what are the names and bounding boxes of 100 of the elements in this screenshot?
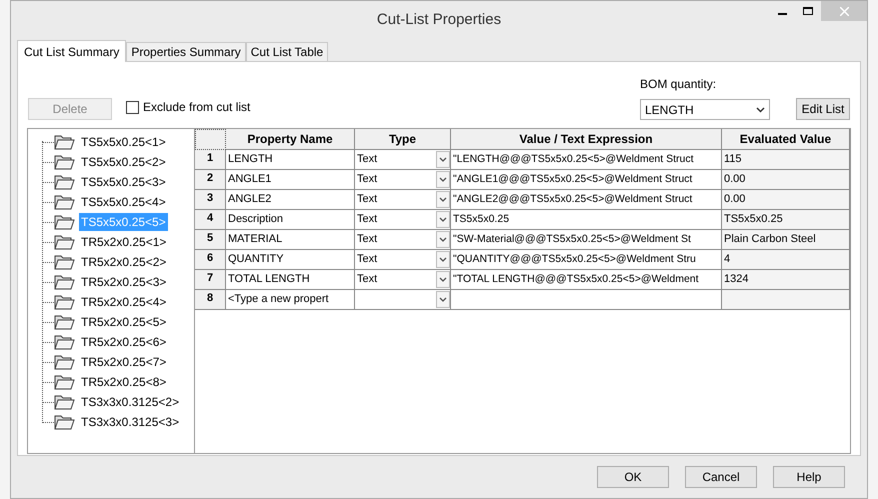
exclude-checkbox[interactable]: [126, 100, 139, 114]
tree-item[interactable]: TS3x3x0.3125<2>: [79, 393, 182, 411]
table-cell[interactable]: [451, 290, 722, 310]
table-cell[interactable]: "QUANTITY@@@TS5x5x0.25<5>@Weldment Stru: [451, 250, 722, 270]
tree-item[interactable]: TR5x2x0.25<1>: [79, 233, 168, 251]
dropdown-button[interactable]: [436, 251, 450, 268]
row-number: 5: [195, 230, 226, 250]
tree-item[interactable]: TS5x5x0.25<4>: [79, 193, 168, 211]
folder-icon: [54, 314, 75, 330]
tree-item[interactable]: TS5x5x0.25<2>: [79, 153, 168, 171]
tree-item[interactable]: TR5x2x0.25<2>: [79, 253, 168, 271]
chevron-down-icon: [439, 177, 447, 182]
table-cell[interactable]: LENGTH: [226, 150, 355, 170]
tree-item[interactable]: TS5x5x0.25<1>: [79, 133, 168, 151]
tab[interactable]: Properties Summary: [126, 42, 246, 61]
row-number: 1: [195, 150, 226, 170]
table-cell[interactable]: Text: [357, 191, 378, 208]
table-cell: 115: [722, 150, 850, 170]
row-number: 8: [195, 290, 226, 310]
corner-cell: [195, 129, 226, 150]
dropdown-button[interactable]: [436, 191, 450, 208]
dropdown-button[interactable]: [436, 171, 450, 188]
column-header: Property Name: [226, 129, 355, 150]
dialog-button[interactable]: Cancel: [685, 466, 757, 488]
chevron-down-icon: [439, 277, 447, 282]
table-cell[interactable]: TOTAL LENGTH: [226, 270, 355, 290]
table-cell: 1324: [722, 270, 850, 290]
column-header: Type: [355, 129, 451, 150]
dropdown-button[interactable]: [436, 291, 450, 308]
dropdown-button[interactable]: [436, 231, 450, 248]
folder-icon: [54, 334, 75, 350]
row-number: 6: [195, 250, 226, 270]
table-cell: Plain Carbon Steel: [722, 230, 850, 250]
tree-item[interactable]: TS5x5x0.25<3>: [79, 173, 168, 191]
folder-icon: [54, 274, 75, 290]
folder-icon: [54, 214, 75, 230]
column-header: Value / Text Expression: [451, 129, 722, 150]
table-cell[interactable]: "TOTAL LENGTH@@@TS5x5x0.25<5>@Weldment: [451, 270, 722, 290]
table-cell[interactable]: ANGLE1: [226, 170, 355, 190]
chevron-down-icon: [439, 257, 447, 262]
row-number: 4: [195, 210, 226, 230]
tree-item[interactable]: TR5x2x0.25<3>: [79, 273, 168, 291]
table-cell[interactable]: Description: [226, 210, 355, 230]
edit-list-button[interactable]: Edit List: [796, 98, 850, 120]
table-cell[interactable]: "ANGLE1@@@TS5x5x0.25<5>@Weldment Struct: [451, 170, 722, 190]
chevron-down-icon: [439, 197, 447, 202]
dialog-button[interactable]: Help: [773, 466, 845, 488]
dropdown-button[interactable]: [436, 271, 450, 288]
chevron-down-icon: [439, 217, 447, 222]
close-icon: [840, 6, 848, 16]
tree-item[interactable]: TR5x2x0.25<5>: [79, 313, 168, 331]
row-number: 7: [195, 270, 226, 290]
dialog-button[interactable]: OK: [597, 466, 669, 488]
row-number: 3: [195, 190, 226, 210]
table-cell: TS5x5x0.25: [722, 210, 850, 230]
table-cell[interactable]: "LENGTH@@@TS5x5x0.25<5>@Weldment Struct: [451, 150, 722, 170]
tree-item[interactable]: TR5x2x0.25<6>: [79, 333, 168, 351]
folder-icon: [54, 414, 75, 430]
table-cell[interactable]: Text: [357, 211, 378, 228]
checkbox-label: Exclude from cut list: [143, 99, 250, 116]
tree-item[interactable]: TS3x3x0.3125<3>: [79, 413, 182, 431]
folder-icon: [54, 174, 75, 190]
tree-item[interactable]: TR5x2x0.25<8>: [79, 373, 168, 391]
tab[interactable]: Cut List Table: [246, 42, 328, 61]
folder-icon: [54, 134, 75, 150]
table-cell[interactable]: ANGLE2: [226, 190, 355, 210]
folder-icon: [54, 294, 75, 310]
column-header: Evaluated Value: [722, 129, 850, 150]
tree-item[interactable]: TR5x2x0.25<4>: [79, 293, 168, 311]
folder-icon: [54, 194, 75, 210]
table-cell[interactable]: "SW-Material@@@TS5x5x0.25<5>@Weldment St: [451, 230, 722, 250]
chevron-down-icon: [439, 157, 447, 162]
row-number: 2: [195, 170, 226, 190]
table-cell[interactable]: Text: [357, 151, 378, 168]
tree-item[interactable]: TR5x2x0.25<7>: [79, 353, 168, 371]
table-cell: 4: [722, 250, 850, 270]
tab[interactable]: Cut List Summary: [17, 40, 126, 62]
table-cell[interactable]: TS5x5x0.25: [451, 210, 722, 230]
table-cell[interactable]: MATERIAL: [226, 230, 355, 250]
table-cell[interactable]: Text: [357, 251, 378, 268]
chevron-down-icon: [439, 297, 447, 302]
folder-icon: [54, 154, 75, 170]
folder-icon: [54, 374, 75, 390]
bom-quantity-dropdown[interactable]: LENGTH: [640, 99, 770, 120]
folder-icon: [54, 394, 75, 410]
table-cell[interactable]: Text: [357, 231, 378, 248]
table-cell[interactable]: Text: [357, 171, 378, 188]
table-cell[interactable]: QUANTITY: [226, 250, 355, 270]
dropdown-button[interactable]: [436, 151, 450, 168]
folder-icon: [54, 354, 75, 370]
table-cell[interactable]: <Type a new propert: [226, 290, 355, 310]
bom-quantity-label: BOM quantity:: [640, 76, 718, 93]
table-cell: 0.00: [722, 190, 850, 210]
table-cell[interactable]: Text: [357, 271, 378, 288]
chevron-down-icon: [439, 237, 447, 242]
folder-icon: [54, 254, 75, 270]
dropdown-button[interactable]: [436, 211, 450, 228]
window-title: Cut-List Properties: [376, 11, 502, 28]
table-cell[interactable]: "ANGLE2@@@TS5x5x0.25<5>@Weldment Struct: [451, 190, 722, 210]
chevron-down-icon: [756, 106, 765, 112]
